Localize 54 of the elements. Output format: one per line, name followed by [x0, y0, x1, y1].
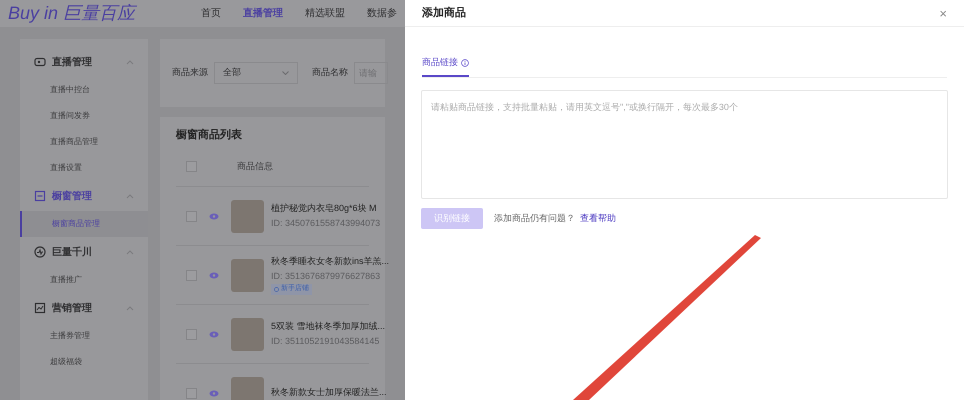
- product-photo-placeholder: [231, 376, 264, 400]
- product-title: 秋冬季睡衣女冬新款ins羊羔...: [271, 255, 390, 268]
- chevron-up-icon: [126, 194, 134, 198]
- product-id: ID: 3450761558743994073: [271, 216, 380, 230]
- filter-label: 商品名称: [312, 66, 348, 80]
- nav-link[interactable]: 数据参: [367, 6, 397, 21]
- sidebar-group-label[interactable]: 营销管理: [52, 300, 120, 316]
- chevron-up-icon: [126, 250, 134, 254]
- sidebar-item[interactable]: 直播推广: [20, 267, 148, 293]
- product-title: 5双装 雪地袜冬季加厚加绒...: [271, 320, 386, 333]
- eye-icon: [209, 272, 219, 278]
- pulse-circle-icon: [34, 246, 46, 258]
- link-textarea[interactable]: 请粘贴商品链接，支持批量粘贴，请用英文逗号","或换行隔开，每次最多30个: [421, 90, 948, 199]
- chevron-down-icon: [282, 71, 289, 75]
- filter-label: 商品来源: [172, 66, 208, 80]
- sidebar-item[interactable]: 直播间发券: [20, 103, 148, 129]
- product-id: ID: 3513676879976627863: [271, 270, 382, 283]
- dialog-title: 添加商品: [422, 6, 466, 21]
- info-icon: [461, 59, 469, 67]
- sidebar-item[interactable]: 直播中控台: [20, 77, 148, 103]
- video-icon: [34, 56, 46, 68]
- product-id: ID: 3511052191043584145: [271, 334, 380, 348]
- chart-square-icon: [34, 302, 46, 314]
- product-photo-placeholder: [231, 200, 264, 232]
- eye-icon: [209, 212, 219, 220]
- help-text: 添加商品仍有问题？: [494, 212, 575, 225]
- sidebar-item[interactable]: 直播设置: [20, 155, 148, 181]
- nav-link[interactable]: 首页: [201, 6, 221, 21]
- sidebar-item[interactable]: 主播券管理: [20, 323, 148, 349]
- sidebar-item[interactable]: 橱窗商品管理: [20, 211, 148, 237]
- nav-link[interactable]: 直播管理: [243, 6, 283, 21]
- product-photo-placeholder: [231, 318, 264, 350]
- chevron-up-icon: [126, 60, 134, 64]
- help-link[interactable]: 查看帮助: [580, 212, 616, 226]
- source-select[interactable]: 全部: [214, 62, 298, 84]
- sidebar-item[interactable]: 超级福袋: [20, 349, 148, 375]
- close-button[interactable]: ×: [939, 6, 947, 20]
- sidebar-group-label[interactable]: 直播管理: [52, 54, 120, 70]
- list-title: 橱窗商品列表: [176, 128, 243, 143]
- logo: Buy in 巨量百应: [8, 2, 138, 25]
- window-icon: [34, 190, 46, 202]
- sidebar-group-label[interactable]: 巨量千川: [52, 244, 120, 260]
- tab[interactable]: 商品链接: [422, 51, 469, 77]
- chevron-up-icon: [126, 306, 134, 310]
- product-title: 秋冬新款女士加厚保暖法兰...: [271, 386, 387, 400]
- sidebar-group-label[interactable]: 橱窗管理: [52, 188, 120, 204]
- nav-link[interactable]: 精选联盟: [305, 6, 345, 21]
- column-header: 商品信息: [237, 160, 273, 173]
- product-title: 植护秘觉内衣皂80g*6块 M: [271, 202, 378, 215]
- circle-icon: [274, 287, 279, 292]
- eye-icon: [209, 330, 219, 338]
- product-photo-placeholder: [231, 258, 264, 292]
- eye-icon: [209, 390, 219, 396]
- sidebar-item[interactable]: 直播商品管理: [20, 129, 148, 155]
